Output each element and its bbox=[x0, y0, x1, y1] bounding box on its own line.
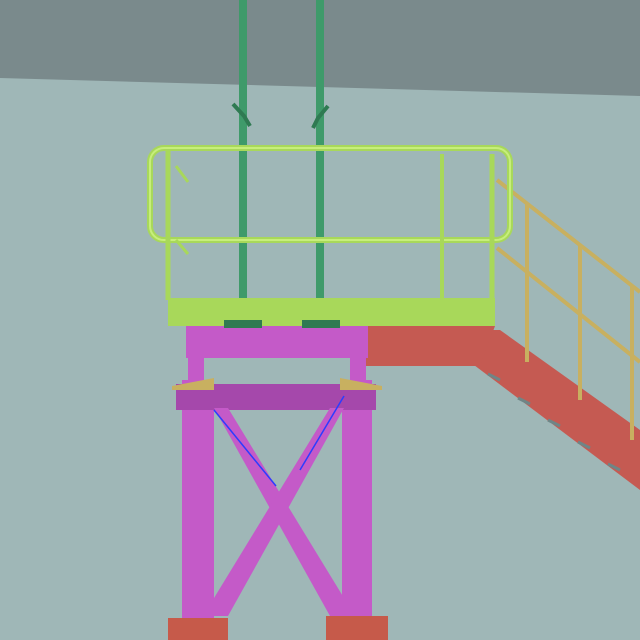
column-right bbox=[342, 380, 372, 630]
pipe-base-left bbox=[224, 320, 262, 328]
top-beam bbox=[186, 326, 368, 358]
steel-platform-scene bbox=[0, 0, 640, 640]
model-viewport[interactable] bbox=[0, 0, 640, 640]
base-plate-left bbox=[168, 618, 228, 640]
pipe-right bbox=[316, 0, 324, 326]
column-left bbox=[182, 380, 214, 630]
pipe-left bbox=[239, 0, 247, 326]
pipe-base-right bbox=[302, 320, 340, 328]
deck-plate bbox=[360, 326, 495, 366]
base-plate-right bbox=[326, 616, 388, 640]
